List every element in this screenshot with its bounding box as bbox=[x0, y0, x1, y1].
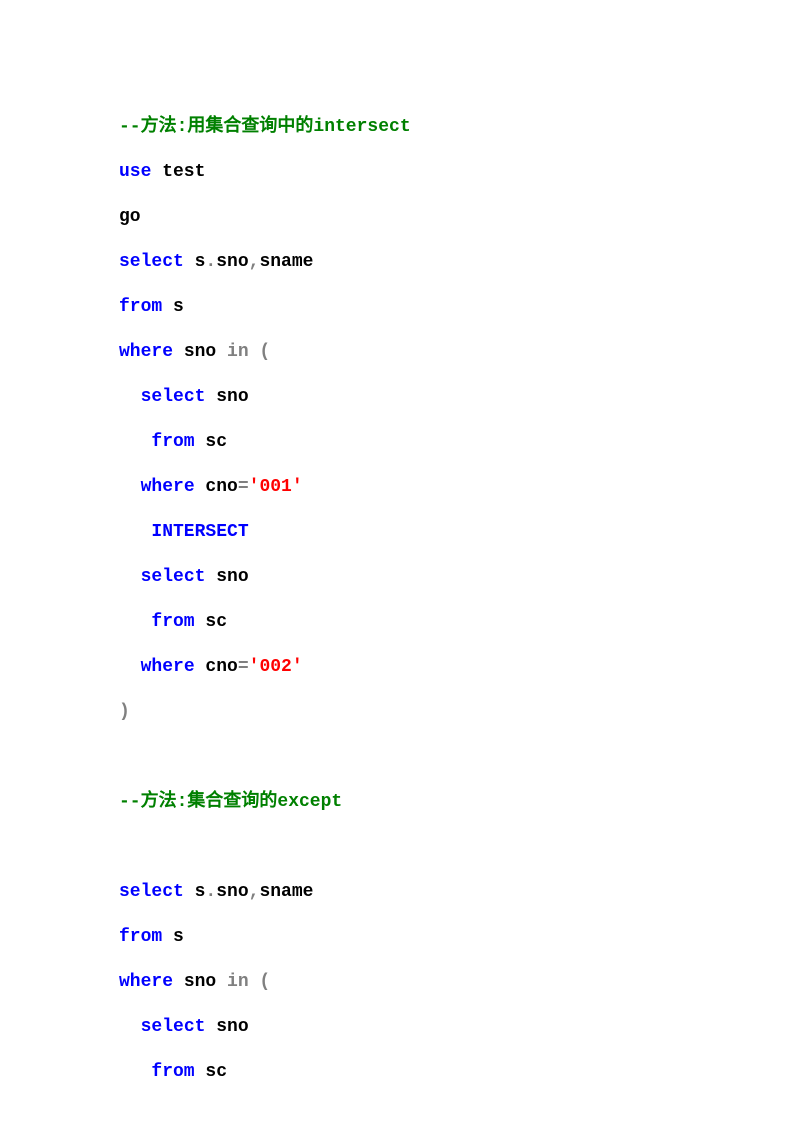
token-ident bbox=[119, 1017, 141, 1037]
code-line: where cno='002' bbox=[119, 645, 793, 690]
code-line: ) bbox=[119, 690, 793, 735]
code-line: select sno bbox=[119, 1005, 793, 1050]
token-keyword: select bbox=[119, 252, 184, 272]
token-ident: sname bbox=[259, 252, 313, 272]
token-ident bbox=[119, 1062, 151, 1082]
token-string: '002' bbox=[249, 657, 303, 677]
token-punct: in ( bbox=[227, 342, 270, 362]
token-punct: ) bbox=[119, 702, 130, 722]
token-ident: sc bbox=[195, 612, 227, 632]
code-line: select sno bbox=[119, 375, 793, 420]
token-keyword: use bbox=[119, 162, 151, 182]
token-comment: --方法:集合查询的except bbox=[119, 792, 342, 812]
token-ident: test bbox=[151, 162, 205, 182]
token-ident: sno bbox=[216, 882, 248, 902]
code-line: --方法:用集合查询中的intersect bbox=[119, 105, 793, 150]
token-keyword: where bbox=[119, 972, 173, 992]
token-ident: s bbox=[184, 882, 206, 902]
token-ident: sno bbox=[205, 387, 248, 407]
token-ident: sno bbox=[216, 252, 248, 272]
code-line bbox=[119, 825, 793, 870]
token-ident: sc bbox=[195, 432, 227, 452]
token-keyword: select bbox=[141, 387, 206, 407]
token-punct: , bbox=[249, 252, 260, 272]
code-line: go bbox=[119, 195, 793, 240]
token-ident bbox=[119, 477, 141, 497]
token-ident bbox=[119, 837, 130, 857]
token-punct: , bbox=[249, 882, 260, 902]
token-string: '001' bbox=[249, 477, 303, 497]
code-page: --方法:用集合查询中的intersect use test go select s.… bbox=[0, 0, 793, 1095]
code-line: --方法:集合查询的except bbox=[119, 780, 793, 825]
token-punct: = bbox=[238, 477, 249, 497]
code-line: where cno='001' bbox=[119, 465, 793, 510]
code-line: from s bbox=[119, 285, 793, 330]
token-ident: sno bbox=[205, 567, 248, 587]
token-ident: s bbox=[162, 297, 184, 317]
token-ident: cno bbox=[195, 657, 238, 677]
token-keyword: select bbox=[141, 567, 206, 587]
token-ident bbox=[119, 567, 141, 587]
token-ident bbox=[119, 657, 141, 677]
token-keyword: from bbox=[151, 432, 194, 452]
code-line: select s.sno,sname bbox=[119, 240, 793, 285]
token-ident: sno bbox=[205, 1017, 248, 1037]
token-keyword: where bbox=[119, 342, 173, 362]
code-line: from sc bbox=[119, 420, 793, 465]
token-keyword: select bbox=[119, 882, 184, 902]
token-ident: go bbox=[119, 207, 141, 227]
token-keyword: from bbox=[119, 297, 162, 317]
token-ident bbox=[119, 747, 130, 767]
code-line: from sc bbox=[119, 600, 793, 645]
token-ident: sno bbox=[173, 972, 227, 992]
token-ident: s bbox=[184, 252, 206, 272]
token-keyword: INTERSECT bbox=[151, 522, 248, 542]
token-keyword: select bbox=[141, 1017, 206, 1037]
token-keyword: from bbox=[151, 612, 194, 632]
token-ident: sname bbox=[259, 882, 313, 902]
token-ident: sno bbox=[173, 342, 227, 362]
token-punct: . bbox=[205, 252, 216, 272]
token-ident bbox=[119, 432, 151, 452]
code-line: use test bbox=[119, 150, 793, 195]
code-line: INTERSECT bbox=[119, 510, 793, 555]
token-keyword: where bbox=[141, 477, 195, 497]
token-ident: cno bbox=[195, 477, 238, 497]
code-line: where sno in ( bbox=[119, 330, 793, 375]
token-keyword: where bbox=[141, 657, 195, 677]
token-punct: . bbox=[205, 882, 216, 902]
token-ident bbox=[119, 612, 151, 632]
token-ident bbox=[119, 387, 141, 407]
token-comment: --方法:用集合查询中的intersect bbox=[119, 117, 411, 137]
token-keyword: from bbox=[119, 927, 162, 947]
code-line: from sc bbox=[119, 1050, 793, 1095]
code-line: select s.sno,sname bbox=[119, 870, 793, 915]
token-ident: sc bbox=[195, 1062, 227, 1082]
code-line: where sno in ( bbox=[119, 960, 793, 1005]
token-punct: in ( bbox=[227, 972, 270, 992]
code-line: from s bbox=[119, 915, 793, 960]
token-punct: = bbox=[238, 657, 249, 677]
token-keyword: from bbox=[151, 1062, 194, 1082]
token-ident bbox=[119, 522, 151, 542]
code-line bbox=[119, 735, 793, 780]
token-ident: s bbox=[162, 927, 184, 947]
code-line: select sno bbox=[119, 555, 793, 600]
